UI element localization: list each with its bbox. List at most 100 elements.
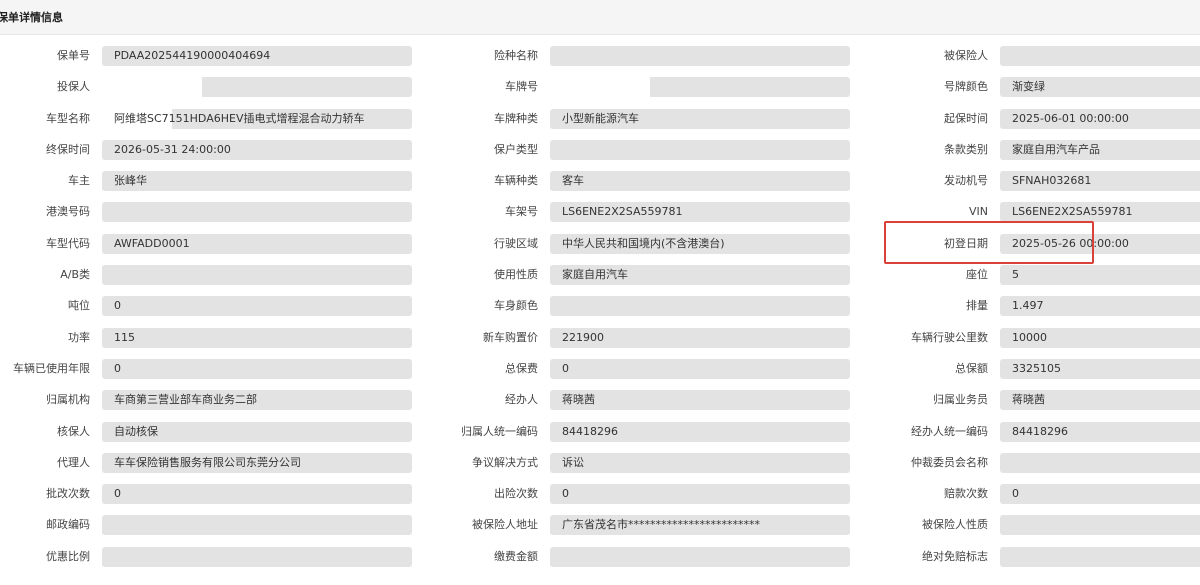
- field-label: 使用性质: [494, 268, 538, 282]
- field-value: 221900: [550, 327, 850, 348]
- field-value: [102, 515, 412, 536]
- field-label: 吨位: [68, 299, 90, 313]
- field-value: 0: [102, 296, 412, 317]
- field-value: 5: [1000, 265, 1200, 286]
- field-value: 家庭自用汽车产品: [1000, 139, 1200, 160]
- field-value: 2025-06-01 00:00:00: [1000, 108, 1200, 129]
- field-value: 0: [550, 358, 850, 379]
- field-label: 被保险人性质: [922, 518, 988, 532]
- field-value: [102, 202, 412, 223]
- field-value: 10000: [1000, 327, 1200, 348]
- field-value: 3325105: [1000, 358, 1200, 379]
- field-value: PDAA202544190000404694: [102, 46, 412, 66]
- field-label: 行驶区域: [494, 236, 538, 250]
- field-value: 车车保险销售服务有限公司东莞分公司: [102, 452, 412, 473]
- field-value: [550, 77, 850, 98]
- field-label: 归属业务员: [933, 393, 988, 407]
- field-value: 阿维塔SC7151HDA6HEV插电式增程混合动力轿车: [102, 108, 412, 129]
- field-value: 0: [1000, 484, 1200, 505]
- field-label: 条款类别: [944, 142, 988, 156]
- field-label: 车牌号: [505, 80, 538, 94]
- field-value: 0: [102, 358, 412, 379]
- field-label: 争议解决方式: [472, 455, 538, 469]
- field-value: 0: [550, 484, 850, 505]
- field-label: 号牌颜色: [944, 80, 988, 94]
- field-label: 经办人: [505, 393, 538, 407]
- field-value: 车商第三营业部车商业务二部: [102, 390, 412, 411]
- field-value: LS6ENE2X2SA559781: [550, 202, 850, 223]
- field-label: 代理人: [57, 455, 90, 469]
- field-label: 经办人统一编码: [911, 424, 988, 438]
- field-label: 批改次数: [46, 487, 90, 501]
- field-label: 归属机构: [46, 393, 90, 407]
- field-label: 港澳号码: [46, 205, 90, 219]
- field-label: 车辆已使用年限: [13, 361, 90, 375]
- field-value: AWFADD0001: [102, 233, 412, 254]
- field-label: 终保时间: [46, 142, 90, 156]
- field-label: 保单号: [57, 49, 90, 62]
- field-value: 84418296: [1000, 421, 1200, 442]
- field-label: 优惠比例: [46, 549, 90, 563]
- section-header: 保单详情信息: [0, 0, 1200, 35]
- field-label: 车辆种类: [494, 174, 538, 188]
- field-value: 诉讼: [550, 452, 850, 473]
- field-label: 座位: [966, 268, 988, 282]
- field-value: [550, 46, 850, 66]
- field-label: 新车购置价: [483, 330, 538, 344]
- field-label: 排量: [966, 299, 988, 313]
- field-value: [1000, 515, 1200, 536]
- field-value: 蒋晓茜: [1000, 390, 1200, 411]
- field-value: 2025-05-26 00:00:00: [1000, 233, 1200, 254]
- field-label: 车身颜色: [494, 299, 538, 313]
- field-label: 核保人: [57, 424, 90, 438]
- field-label: 邮政编码: [46, 518, 90, 532]
- field-label: 赔款次数: [944, 487, 988, 501]
- field-label: 投保人: [57, 80, 90, 94]
- field-value: 84418296: [550, 421, 850, 442]
- field-value: 中华人民共和国境内(不含港澳台): [550, 233, 850, 254]
- field-value: [102, 77, 412, 98]
- field-label: 发动机号: [944, 174, 988, 188]
- field-label: VIN: [969, 205, 988, 219]
- field-value: [1000, 546, 1200, 567]
- field-label: A/B类: [60, 268, 90, 282]
- field-value: [1000, 452, 1200, 473]
- field-value: 小型新能源汽车: [550, 108, 850, 129]
- field-value: 渐变绿: [1000, 77, 1200, 98]
- field-label: 被保险人地址: [472, 518, 538, 532]
- field-value: 张峰华: [102, 171, 412, 192]
- field-label: 车型名称: [46, 111, 90, 125]
- field-value: 2026-05-31 24:00:00: [102, 139, 412, 160]
- field-label: 车牌种类: [494, 111, 538, 125]
- field-value: LS6ENE2X2SA559781: [1000, 202, 1200, 223]
- field-value: 家庭自用汽车: [550, 265, 850, 286]
- field-label: 被保险人: [944, 49, 988, 62]
- field-value: 自动核保: [102, 421, 412, 442]
- field-label: 缴费金额: [494, 549, 538, 563]
- field-label: 车主: [68, 174, 90, 188]
- section-title: 保单详情信息: [0, 11, 63, 24]
- field-value: [550, 296, 850, 317]
- field-value: 客车: [550, 171, 850, 192]
- field-value: 蒋晓茜: [550, 390, 850, 411]
- field-value: 广东省茂名市************************: [550, 515, 850, 536]
- field-label: 保户类型: [494, 142, 538, 156]
- field-value: [102, 265, 412, 286]
- field-value: [550, 139, 850, 160]
- field-value: 115: [102, 327, 412, 348]
- field-value: SFNAH032681: [1000, 171, 1200, 192]
- field-label: 仲裁委员会名称: [911, 455, 988, 469]
- field-label: 起保时间: [944, 111, 988, 125]
- field-label: 初登日期: [944, 236, 988, 250]
- field-label: 绝对免赔标志: [922, 549, 988, 563]
- policy-detail-grid: 保单号 PDAA202544190000404694 险种名称 被保险人投保人 车牌号 号…: [0, 46, 1200, 567]
- field-label: 车辆行驶公里数: [911, 330, 988, 344]
- field-label: 总保额: [955, 361, 988, 375]
- field-label: 功率: [68, 330, 90, 344]
- field-value: 1.497: [1000, 296, 1200, 317]
- field-label: 车型代码: [46, 236, 90, 250]
- field-label: 险种名称: [494, 49, 538, 62]
- field-label: 归属人统一编码: [461, 424, 538, 438]
- field-label: 车架号: [505, 205, 538, 219]
- field-label: 总保费: [505, 361, 538, 375]
